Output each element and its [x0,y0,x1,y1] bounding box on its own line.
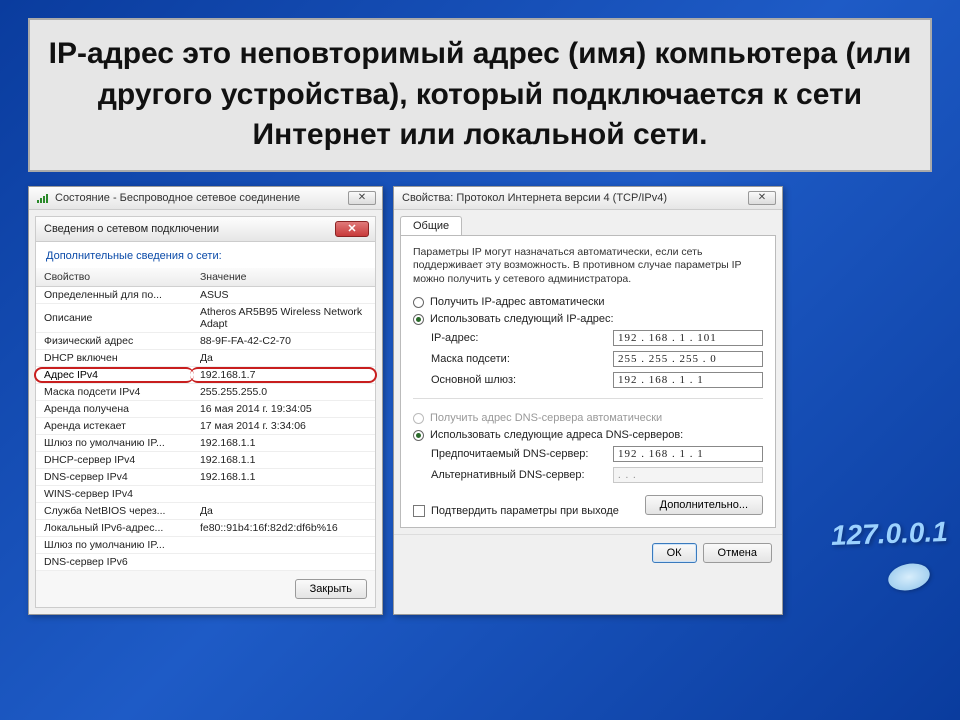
cell-value: 255.255.255.0 [192,383,375,400]
label-ip: IP-адрес: [431,332,613,344]
cell-value: 192.168.1.1 [192,468,375,485]
cell-property: Физический адрес [36,332,192,349]
cell-property: Описание [36,303,192,332]
cell-property: Адрес IPv4 [36,366,192,383]
checkbox-validate[interactable]: Подтвердить параметры при выходе [413,505,619,517]
table-row: Аренда получена16 мая 2014 г. 19:34:05 [36,400,375,417]
cell-value: 192.168.1.1 [192,451,375,468]
cell-value: 192.168.1.1 [192,434,375,451]
cell-value: fe80::91b4:16f:82d2:df6b%16 [192,519,375,536]
cell-value: 88-9F-FA-42-C2-70 [192,332,375,349]
table-row: Маска подсети IPv4255.255.255.0 [36,383,375,400]
close-button[interactable]: Закрыть [295,579,367,599]
table-row: ОписаниеAtheros AR5B95 Wireless Network … [36,303,375,332]
radio-icon [413,413,424,424]
radio-ip-auto[interactable]: Получить IP-адрес автоматически [413,296,763,308]
label-dns1: Предпочитаемый DNS-сервер: [431,448,613,460]
radio-ip-manual[interactable]: Использовать следующий IP-адрес: [413,313,763,325]
cell-property: Аренда получена [36,400,192,417]
cell-property: DNS-сервер IPv6 [36,553,192,570]
cell-value: 192.168.1.7 [192,366,375,383]
cell-value: Да [192,349,375,366]
input-dns-primary[interactable]: 192 . 168 . 1 . 1 [613,446,763,462]
tabbar: Общие [394,210,782,235]
close-icon[interactable]: ✕ [748,191,776,205]
table-row: WINS-сервер IPv4 [36,485,375,502]
cell-property: Аренда истекает [36,417,192,434]
label-mask: Маска подсети: [431,353,613,365]
table-row: Физический адрес88-9F-FA-42-C2-70 [36,332,375,349]
radio-icon [413,314,424,325]
cell-value [192,485,375,502]
ipv4-properties-window: Свойства: Протокол Интернета версии 4 (T… [393,186,783,615]
table-row: Служба NetBIOS через...Да [36,502,375,519]
cell-property: DHCP включен [36,349,192,366]
status-window-titlebar: Состояние - Беспроводное сетевое соедине… [29,187,382,210]
table-row: Шлюз по умолчанию IP...192.168.1.1 [36,434,375,451]
cell-property: Шлюз по умолчанию IP... [36,434,192,451]
network-details-table: Свойство Значение Определенный для по...… [36,268,375,571]
radio-dns-manual[interactable]: Использовать следующие адреса DNS-сервер… [413,429,763,441]
slide-title-box: IP-адрес это неповторимый адрес (имя) ко… [28,18,932,172]
input-ip-address[interactable]: 192 . 168 . 1 . 101 [613,330,763,346]
table-row: Аренда истекает17 мая 2014 г. 3:34:06 [36,417,375,434]
details-dialog-title: Сведения о сетевом подключении [44,223,219,235]
table-row: Локальный IPv6-адрес...fe80::91b4:16f:82… [36,519,375,536]
cell-value: Да [192,502,375,519]
cell-property: Служба NetBIOS через... [36,502,192,519]
close-icon[interactable]: ✕ [348,191,376,205]
status-window-title: Состояние - Беспроводное сетевое соедине… [55,192,300,204]
col-property: Свойство [36,268,192,287]
slide-title: IP-адрес это неповторимый адрес (имя) ко… [48,34,912,156]
cell-property: Локальный IPv6-адрес... [36,519,192,536]
ipv4-window-title: Свойства: Протокол Интернета версии 4 (T… [402,192,667,204]
cell-value [192,536,375,553]
details-section-label: Дополнительные сведения о сети: [36,242,375,268]
checkbox-icon [413,505,425,517]
cell-value [192,553,375,570]
cell-property: Определенный для по... [36,286,192,303]
radio-dns-auto: Получить адрес DNS-сервера автоматически [413,412,763,424]
panel-description: Параметры IP могут назначаться автоматич… [413,246,763,287]
cell-property: WINS-сервер IPv4 [36,485,192,502]
table-row: DNS-сервер IPv4192.168.1.1 [36,468,375,485]
ipv4-panel: Параметры IP могут назначаться автоматич… [400,235,776,529]
details-dialog: Сведения о сетевом подключении ✕ Дополни… [35,216,376,608]
ipv4-window-titlebar: Свойства: Протокол Интернета версии 4 (T… [394,187,782,210]
details-dialog-titlebar: Сведения о сетевом подключении ✕ [36,217,375,242]
radio-icon [413,430,424,441]
input-gateway[interactable]: 192 . 168 . 1 . 1 [613,372,763,388]
cell-property: Маска подсети IPv4 [36,383,192,400]
cell-value: ASUS [192,286,375,303]
cell-property: DNS-сервер IPv4 [36,468,192,485]
cell-value: 17 мая 2014 г. 3:34:06 [192,417,375,434]
close-icon[interactable]: ✕ [335,221,369,237]
tab-general[interactable]: Общие [400,216,462,235]
label-gateway: Основной шлюз: [431,374,613,386]
advanced-button[interactable]: Дополнительно... [645,495,763,515]
table-row: DHCP-сервер IPv4192.168.1.1 [36,451,375,468]
radio-icon [413,297,424,308]
input-subnet-mask[interactable]: 255 . 255 . 255 . 0 [613,351,763,367]
table-row: Определенный для по...ASUS [36,286,375,303]
cancel-button[interactable]: Отмена [703,543,772,563]
table-row: DNS-сервер IPv6 [36,553,375,570]
table-row: DHCP включенДа [36,349,375,366]
cell-property: Шлюз по умолчанию IP... [36,536,192,553]
col-value: Значение [192,268,375,287]
cell-value: Atheros AR5B95 Wireless Network Adapt [192,303,375,332]
table-row: Адрес IPv4192.168.1.7 [36,366,375,383]
cell-value: 16 мая 2014 г. 19:34:05 [192,400,375,417]
status-window: Состояние - Беспроводное сетевое соедине… [28,186,383,615]
wifi-signal-icon [37,193,49,203]
input-dns-secondary[interactable]: . . . [613,467,763,483]
label-dns2: Альтернативный DNS-сервер: [431,469,613,481]
table-row: Шлюз по умолчанию IP... [36,536,375,553]
ok-button[interactable]: ОК [652,543,697,563]
cell-property: DHCP-сервер IPv4 [36,451,192,468]
